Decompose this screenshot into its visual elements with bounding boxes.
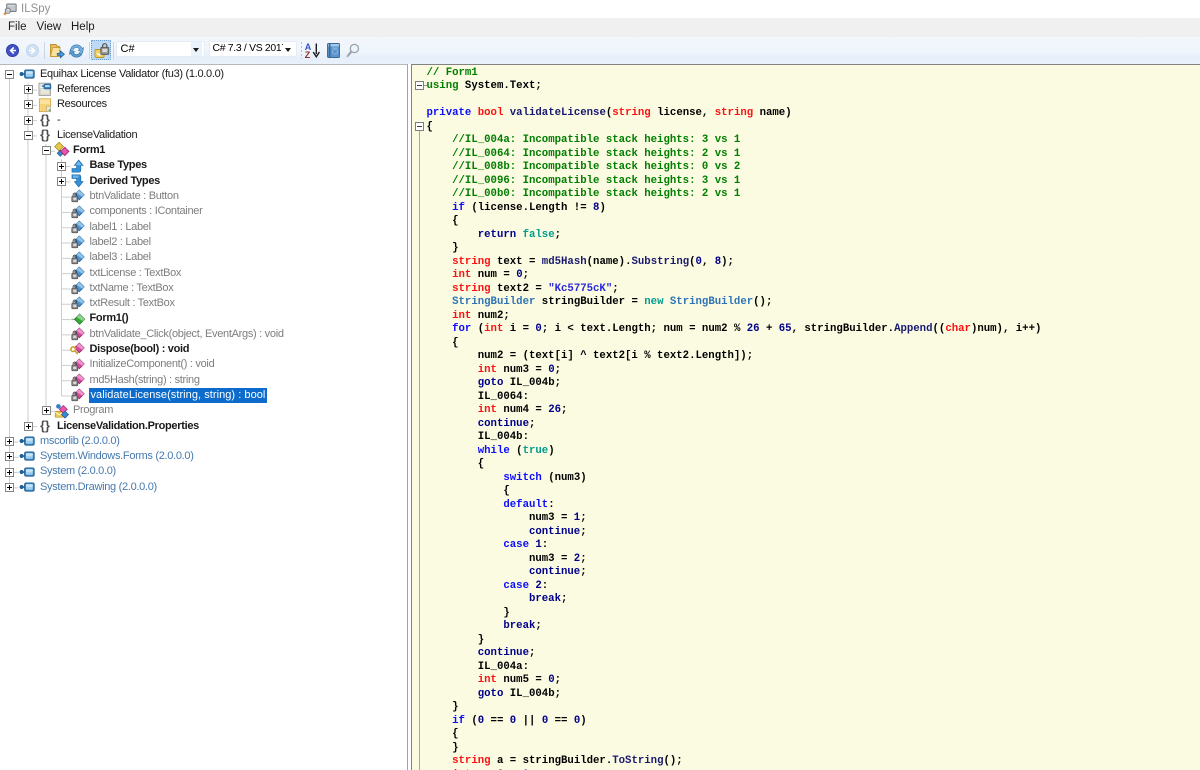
svg-text:{}: {} — [40, 113, 50, 127]
svg-text:Z: Z — [305, 50, 311, 58]
svg-text:{}: {} — [40, 128, 50, 142]
svg-text:{}: {} — [40, 419, 50, 433]
